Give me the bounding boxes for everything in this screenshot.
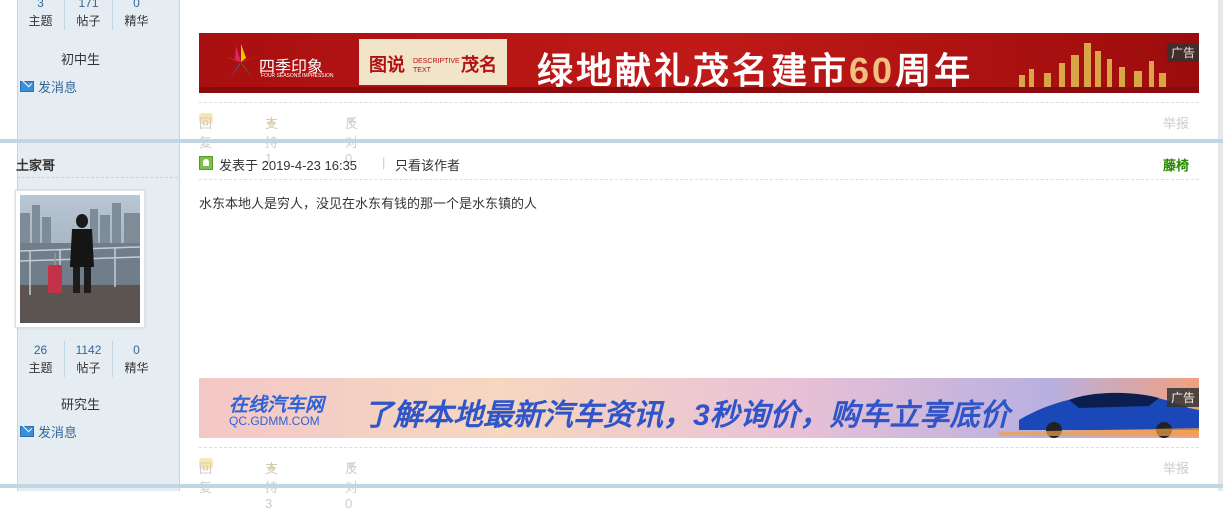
stat-digest[interactable]: 0 精华	[112, 341, 160, 377]
skyline-art	[1019, 43, 1166, 93]
stat-posts[interactable]: 171 帖子	[64, 0, 112, 30]
only-author-link[interactable]: 只看该作者	[395, 155, 460, 174]
reply-label: 回复	[199, 116, 213, 150]
header-divider	[199, 179, 1199, 180]
stat-threads[interactable]: 3 主题	[17, 0, 64, 30]
ad-tag: 广告	[1166, 43, 1199, 62]
header-separator: |	[382, 155, 386, 170]
ad-box-mid-text: DESCRIPTIVE TEXT	[413, 58, 460, 74]
envelope-icon	[20, 81, 34, 92]
stat-posts-label: 帖子	[76, 14, 101, 28]
author-stats: 3 主题 171 帖子 0 精华	[17, 0, 160, 30]
stat-digest-label: 精华	[124, 361, 149, 375]
ad-box-right-text: 茂名	[461, 55, 497, 75]
user-rank: 研究生	[60, 397, 100, 412]
post-actions: 回复 ▲支持 3 ▼反对 0 举报	[199, 458, 1199, 511]
avatar[interactable]	[15, 190, 145, 328]
post-actions: 回复 ▲支持 1 ▼反对 0 举报	[199, 113, 1199, 166]
page-scrollbar[interactable]	[1218, 0, 1223, 491]
floor-label[interactable]: 藤椅	[1163, 155, 1189, 174]
ad-car-headline: 了解本地最新汽车资讯，3秒询价，购车立享底价	[363, 399, 1010, 432]
avatar-image	[20, 195, 140, 323]
send-message-label: 发消息	[38, 80, 78, 95]
ad-brand-subtitle: FOUR SEASONS IMPRESSION	[261, 73, 334, 79]
post-header: 发表于 2019-4-23 16:35 | 只看该作者 藤椅	[199, 153, 1199, 177]
stat-threads-value: 3	[37, 0, 44, 10]
flower-logo-icon	[224, 44, 258, 77]
envelope-icon	[20, 426, 34, 437]
ad-car-logo-url: QC.GDMM.COM	[229, 414, 320, 428]
post-separator	[0, 139, 1223, 143]
ad-headline-number: 60	[849, 50, 896, 91]
post-content: 水东本地人是穷人，没见在水东有钱的那一个是水东镇的人	[199, 196, 538, 211]
user-rank: 初中生	[60, 52, 100, 67]
post-divider	[199, 102, 1199, 103]
author-stats-2: 26 主题 1142 帖子 0 精华	[17, 341, 160, 377]
stat-posts-value: 1142	[75, 343, 102, 357]
report-link[interactable]: 举报	[1163, 458, 1189, 477]
stat-posts-value: 171	[78, 0, 99, 10]
post-separator	[0, 484, 1223, 488]
ad-tag: 广告	[1166, 388, 1199, 407]
stat-digest[interactable]: 0 精华	[112, 0, 160, 30]
ad-headline: 绿地献礼茂名建市60周年	[537, 42, 973, 93]
stat-posts-label: 帖子	[76, 361, 101, 375]
stat-posts[interactable]: 1142 帖子	[64, 341, 112, 377]
send-message-label: 发消息	[38, 425, 78, 440]
stat-threads-label: 主题	[28, 361, 53, 375]
stat-digest-value: 0	[133, 0, 140, 10]
stat-threads-value: 26	[33, 343, 48, 357]
reply-label: 回复	[199, 461, 213, 495]
ad-headline-text: 绿地献礼茂名建市	[537, 50, 850, 91]
ad-banner-car[interactable]: 在线汽车网 QC.GDMM.COM 了解本地最新汽车资讯，3秒询价，购车立享底价…	[199, 378, 1199, 438]
stat-threads-label: 主题	[28, 14, 53, 28]
username-divider	[17, 177, 178, 178]
ad-banner-greenland[interactable]: 四季印象 FOUR SEASONS IMPRESSION 图说 DESCRIPT…	[199, 33, 1199, 93]
author-username[interactable]: 土家哥	[16, 155, 55, 174]
ad-box-left-text: 图说	[369, 55, 405, 75]
stat-digest-label: 精华	[124, 14, 149, 28]
ad-headline-end: 周年	[895, 50, 974, 91]
send-message-link[interactable]: 发消息	[20, 422, 77, 441]
send-message-link[interactable]: 发消息	[20, 77, 77, 96]
stat-digest-value: 0	[133, 343, 140, 357]
post-divider	[199, 447, 1199, 448]
ad-car-logo: 在线汽车网	[229, 395, 325, 416]
online-status-icon	[199, 156, 213, 170]
post-timestamp: 发表于 2019-4-23 16:35	[219, 158, 358, 173]
report-link[interactable]: 举报	[1163, 113, 1189, 132]
stat-threads[interactable]: 26 主题	[17, 341, 64, 377]
